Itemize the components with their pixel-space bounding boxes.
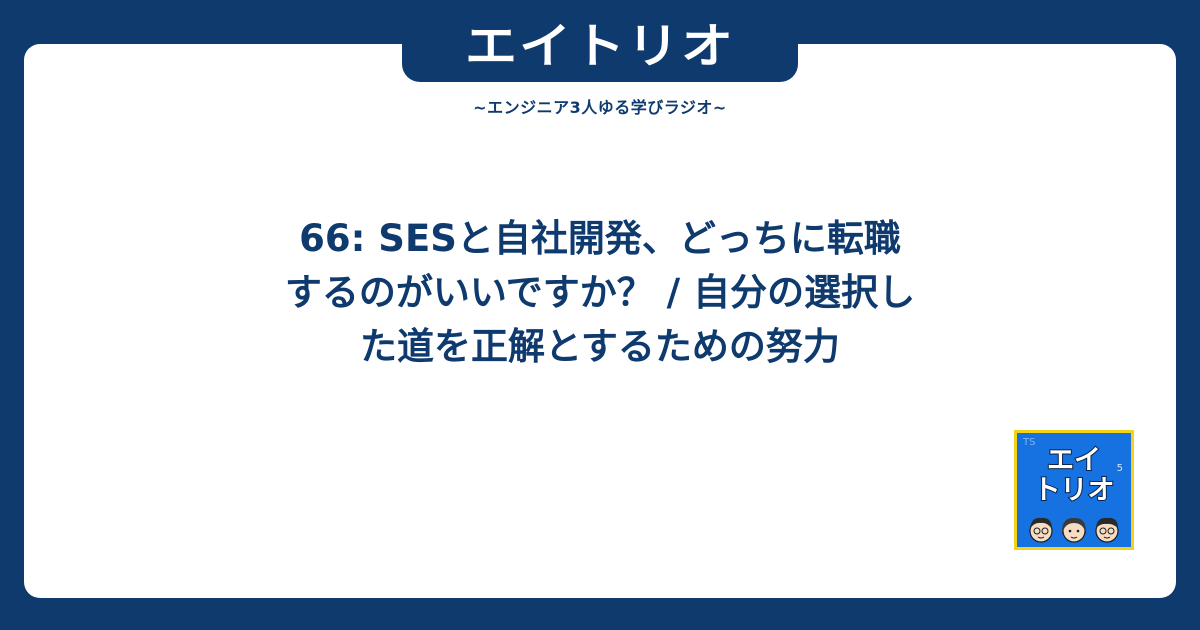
host-face-3-icon xyxy=(1095,517,1119,543)
hosts-illustration xyxy=(1029,517,1119,543)
episode-title: 66: SESと自社開発、どっちに転職 するのがいいですか？ / 自分の選択し … xyxy=(150,212,1050,374)
host-face-1-icon xyxy=(1029,517,1053,543)
podcast-cover-art: TS 5 エイ トリオ xyxy=(1014,430,1134,550)
episode-title-line: するのがいいですか？ / 自分の選択し xyxy=(284,271,916,314)
host-face-2-icon xyxy=(1061,517,1087,543)
cover-title-line-1: エイ xyxy=(1046,445,1102,476)
brand-tagline: ~エンジニア3人ゆる学びラジオ~ xyxy=(473,98,727,117)
episode-title-line: た道を正解とするための努力 xyxy=(360,325,840,368)
brand-logo: エイトリオ xyxy=(464,19,735,75)
cover-title-line-2: トリオ xyxy=(1033,475,1116,506)
episode-title-line: 66: SESと自社開発、どっちに転職 xyxy=(299,217,901,260)
logo-tab: エイトリオ xyxy=(402,12,798,82)
